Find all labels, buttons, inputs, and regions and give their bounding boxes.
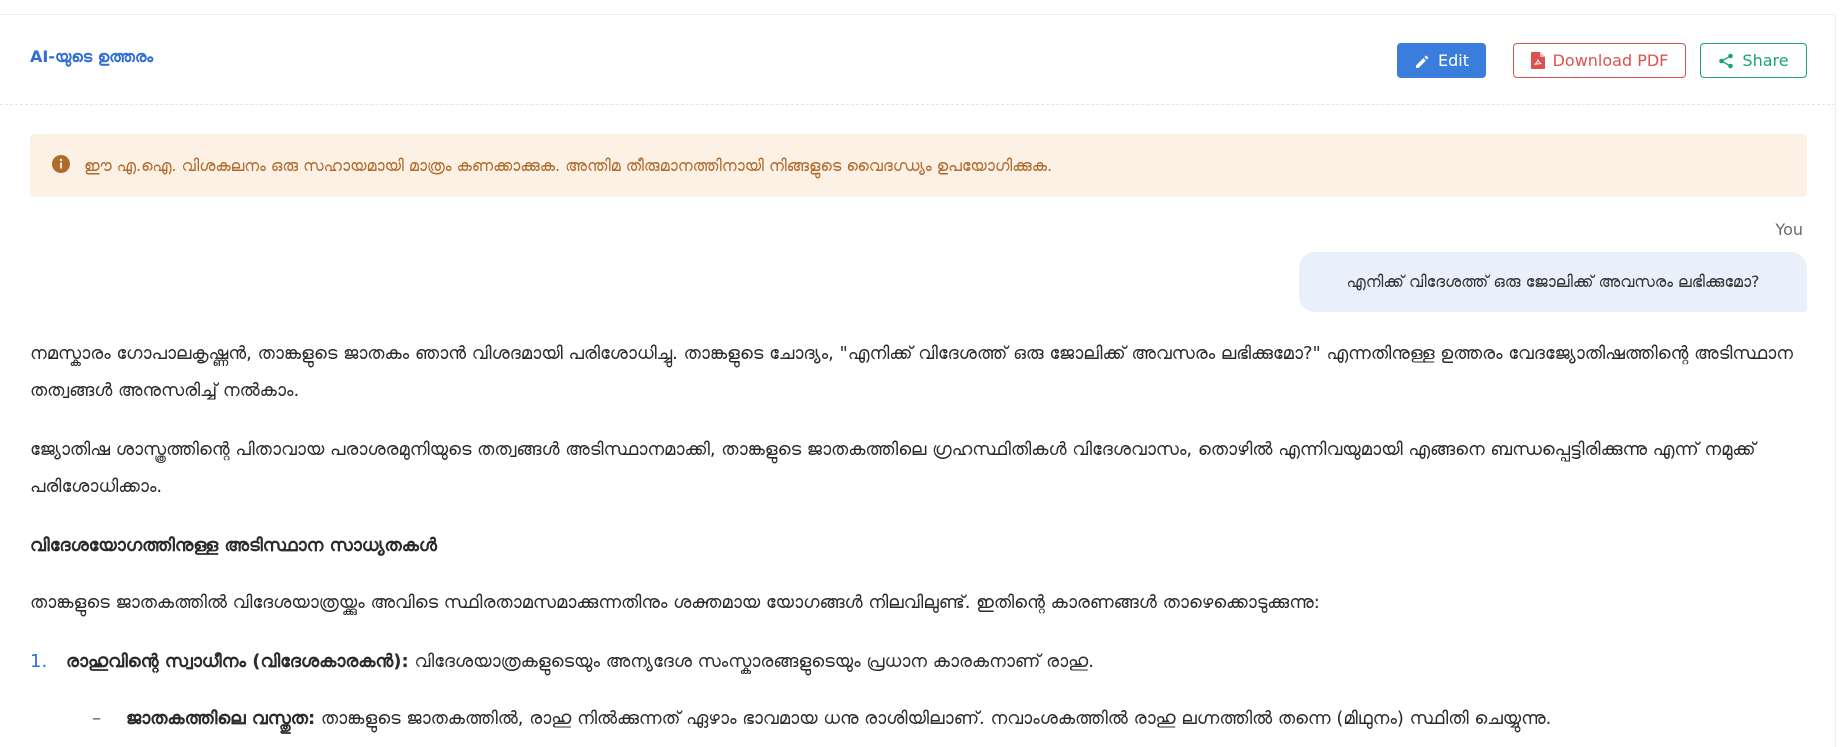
sub-list-text: താങ്കളുടെ ജാതകത്തിൽ, രാഹു നിൽക്കുന്നത് ഏ… bbox=[315, 708, 1552, 729]
sub-list-title: ജാതകത്തിലെ വസ്തുത: bbox=[126, 708, 316, 729]
download-pdf-button[interactable]: Download PDF bbox=[1513, 43, 1686, 78]
section-heading: വിദേശയോഗത്തിനുള്ള അടിസ്ഥാന സാധ്യതകൾ bbox=[30, 535, 437, 556]
answer-paragraph-2: ജ്യോതിഷ ശാസ്ത്രത്തിന്റെ പിതാവായ പരാശരമുന… bbox=[30, 439, 1756, 497]
card-title: AI-യുടെ ഉത്തരം bbox=[30, 47, 154, 66]
info-icon bbox=[52, 154, 70, 177]
edit-label: Edit bbox=[1438, 51, 1469, 70]
answer-paragraph-1: നമസ്കാരം ഗോപാലകൃഷ്ണൻ, താങ്കളുടെ ജാതകം ഞാ… bbox=[30, 343, 1793, 401]
download-pdf-label: Download PDF bbox=[1552, 51, 1669, 70]
share-icon bbox=[1718, 53, 1734, 69]
answer-paragraph-3: താങ്കളുടെ ജാതകത്തിൽ വിദേശയാത്രയ്ക്കും അവ… bbox=[30, 592, 1320, 613]
answer-content: നമസ്കാരം ഗോപാലകൃഷ്ണൻ, താങ്കളുടെ ജാതകം ഞാ… bbox=[30, 335, 1807, 737]
sender-label: You bbox=[1775, 220, 1803, 239]
list-item-title: രാഹുവിന്റെ സ്വാധീനം (വിദേശകാരകൻ): bbox=[66, 651, 409, 672]
pdf-file-icon bbox=[1530, 52, 1545, 69]
sub-list-dash: – bbox=[92, 708, 101, 729]
list-item: 1. രാഹുവിന്റെ സ്വാധീനം (വിദേശകാരകൻ): വിദ… bbox=[30, 643, 1807, 680]
sub-list-item: – ജാതകത്തിലെ വസ്തുത: താങ്കളുടെ ജാതകത്തിൽ… bbox=[30, 700, 1807, 737]
list-number: 1. bbox=[30, 651, 48, 672]
user-question-text: എനിക്ക് വിദേശത്ത് ഒരു ജോലിക്ക് അവസരം ലഭി… bbox=[1346, 272, 1760, 291]
edit-button[interactable]: Edit bbox=[1397, 43, 1486, 78]
answer-card: AI-യുടെ ഉത്തരം Edit Download PDF Share ഈ… bbox=[0, 14, 1836, 747]
pencil-icon bbox=[1414, 53, 1430, 69]
disclaimer-alert: ഈ എ.ഐ. വിശകലനം ഒരു സഹായമായി മാത്രം കണക്ക… bbox=[30, 134, 1807, 197]
share-button[interactable]: Share bbox=[1700, 43, 1807, 78]
list-item-text: വിദേശയാത്രകളുടെയും അന്യദേശ സംസ്കാരങ്ങളുട… bbox=[408, 651, 1094, 672]
disclaimer-text: ഈ എ.ഐ. വിശകലനം ഒരു സഹായമായി മാത്രം കണക്ക… bbox=[84, 155, 1053, 175]
share-label: Share bbox=[1742, 51, 1789, 70]
user-question-bubble: എനിക്ക് വിദേശത്ത് ഒരു ജോലിക്ക് അവസരം ലഭി… bbox=[1299, 252, 1807, 312]
card-header: AI-യുടെ ഉത്തരം Edit Download PDF Share bbox=[0, 15, 1835, 105]
